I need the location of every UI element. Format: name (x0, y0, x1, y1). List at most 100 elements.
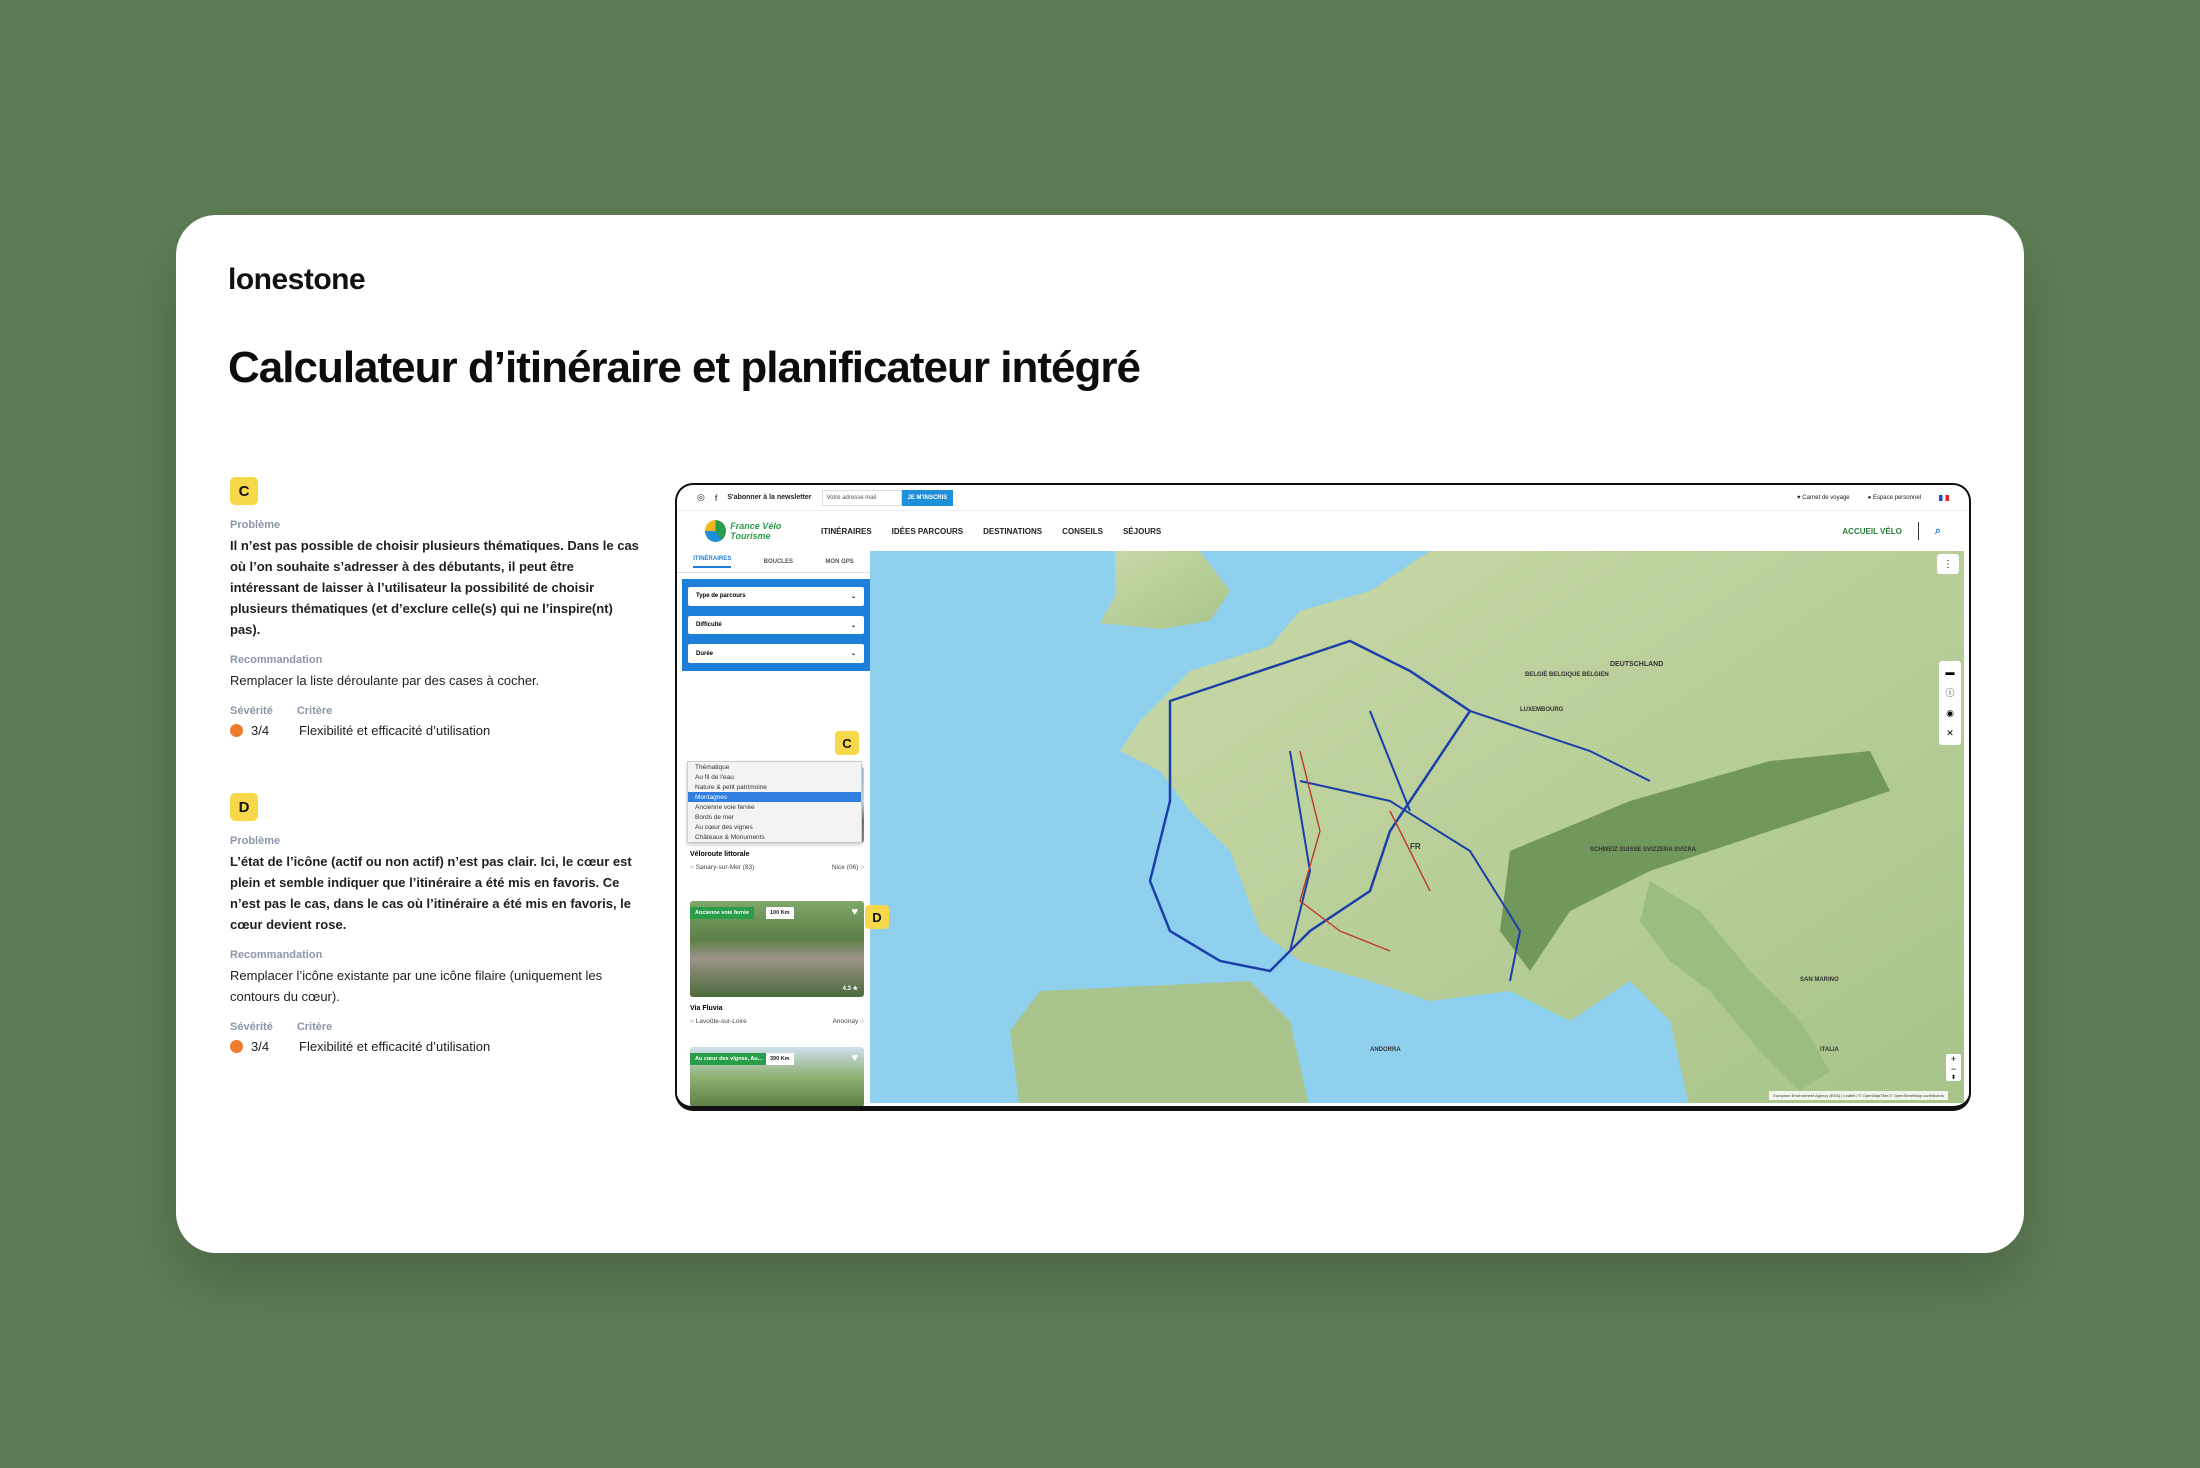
eye-icon[interactable]: ◉ (1946, 708, 1954, 719)
subscribe-button[interactable]: JE M'INSCRIS (901, 489, 954, 506)
severity-dot (230, 724, 243, 737)
map-svg: DEUTSCHLAND BELGIË BELGIQUE BELGIEN LUXE… (1010, 551, 1964, 1103)
panel-tabs: ITINÉRAIRES BOUCLES MON GPS (677, 551, 870, 573)
instagram-icon[interactable]: ◎ (697, 492, 705, 503)
map-label: SAN MARINO (1800, 977, 1839, 983)
criterion-label: Critère (296, 1021, 333, 1033)
account-link[interactable]: ● Espace personnel (1868, 495, 1921, 501)
map-label: FR (1410, 842, 1421, 851)
map-tools: ▬ ⓘ ◉ ✕ (1939, 661, 1961, 745)
route-endpoints: ○ Sanary-sur-Mer (83) Nice (06) ○ (690, 864, 864, 871)
compass-icon[interactable]: ⬍ (1951, 1074, 1956, 1081)
map-label: LUXEMBOURG (1520, 707, 1564, 713)
annotation-badge-c: C (835, 731, 859, 755)
info-icon[interactable]: ⓘ (1945, 686, 1954, 699)
site-logo[interactable]: France Vélo Tourisme (705, 520, 821, 542)
difficulty-select[interactable]: Difficulté ⌄ (688, 615, 864, 635)
map-label: BELGIË BELGIQUE BELGIEN (1525, 671, 1609, 678)
distance-badge: 390 Km (766, 1053, 794, 1065)
dropdown-option[interactable]: Ancienne voie ferrée (688, 802, 861, 812)
reco-text: Remplacer la liste déroulante par des ca… (230, 673, 540, 688)
zoom-in-button[interactable]: + (1951, 1054, 1956, 1064)
route-name: Véloroute littorale (690, 851, 750, 858)
route-name: Via Fluvia (690, 1005, 723, 1012)
map-label: ANDORRA (1370, 1047, 1401, 1053)
tab-mon-gps[interactable]: MON GPS (825, 559, 853, 565)
main-nav: ITINÉRAIRES IDÉES PARCOURS DESTINATIONS CON… (821, 527, 1161, 536)
route-card[interactable]: Au cœur des vignes, Au... 390 Km ♥ (690, 1047, 864, 1106)
brand-logo: lonestone (228, 263, 366, 296)
dropdown-option[interactable]: Au fil de l'eau (688, 772, 861, 782)
annotation-badge-d: D (865, 905, 889, 929)
distance-badge: 100 Km (766, 907, 794, 919)
theme-dropdown[interactable]: Thématique Au fil de l'eau Nature & petit … (687, 761, 862, 843)
theme-tag: Ancienne voie ferrée (690, 907, 755, 919)
map-label: DEUTSCHLAND (1610, 661, 1663, 668)
page-title: Calculateur d’itinéraire et planificateu… (228, 343, 1141, 392)
criterion-label: Critère (296, 705, 333, 717)
reco-label: Recommandation (230, 949, 323, 961)
issue-badge: C (230, 477, 258, 505)
accueil-velo-link[interactable]: ACCUEIL VÉLO (1842, 527, 1901, 536)
nav-item[interactable]: ITINÉRAIRES (821, 527, 872, 536)
criterion-value: Flexibilité et efficacité d’utilisation (299, 723, 491, 738)
map-attribution: European Environment Agency (EEA) | Leaf… (1769, 1091, 1948, 1100)
carnet-link[interactable]: ♥ Carnet de voyage (1797, 495, 1850, 501)
route-map[interactable]: DEUTSCHLAND BELGIË BELGIQUE BELGIEN LUXE… (870, 551, 1964, 1103)
problem-text: Il n’est pas possible de choisir plusieu… (230, 538, 639, 637)
issue-c-block: C Problème Il n’est pas possible de choi… (230, 477, 640, 738)
dropdown-option[interactable]: Thématique (688, 762, 861, 772)
problem-text: L’état de l’icône (actif ou non actif) n… (230, 854, 632, 932)
severity-dot (230, 1040, 243, 1053)
search-icon[interactable]: ⌕ (1935, 525, 1941, 538)
dropdown-option[interactable]: Bords de mer (688, 812, 861, 822)
tools-icon[interactable]: ✕ (1946, 728, 1954, 739)
problem-label: Problème (230, 519, 281, 531)
facebook-icon[interactable]: f (715, 493, 718, 503)
tab-boucles[interactable]: BOUCLES (764, 559, 793, 565)
email-field[interactable]: Votre adresse mail (821, 489, 902, 506)
iberia-landmass (1010, 981, 1309, 1103)
french-flag-icon[interactable] (1939, 494, 1949, 501)
dropdown-option[interactable]: Nature & petit patrimoine (688, 782, 861, 792)
favorite-heart-icon[interactable]: ♥ (851, 906, 858, 918)
criterion-value: Flexibilité et efficacité d’utilisation (299, 1039, 491, 1054)
route-image: Ancienne voie ferrée 100 Km ♥ 4.3 ★ (690, 901, 864, 997)
dropdown-option[interactable]: Châteaux & Monuments (688, 832, 861, 842)
reco-label: Recommandation (230, 654, 323, 666)
slide-card: lonestone Calculateur d’itinéraire et pl… (176, 215, 2024, 1253)
meta-values: 3/4 Flexibilité et efficacité d’utilisat… (230, 723, 640, 738)
bed-icon[interactable]: ▬ (1946, 667, 1955, 677)
issue-badge: D (230, 793, 258, 821)
route-image: Au cœur des vignes, Au... 390 Km ♥ (690, 1047, 864, 1106)
uk-landmass (1100, 551, 1230, 629)
nav-item[interactable]: DESTINATIONS (983, 527, 1042, 536)
rating: 4.3 ★ (842, 986, 858, 992)
issue-d-block: D Problème L’état de l’icône (actif ou n… (230, 793, 640, 1054)
severity-label: Sévérité (230, 1021, 273, 1033)
filters-box: Type de parcours ⌄ Difficulté ⌄ Durée ⌄ (682, 579, 870, 671)
newsletter-label: S'abonner à la newsletter (727, 494, 812, 501)
route-panel: ITINÉRAIRES BOUCLES MON GPS Type de parc… (677, 551, 870, 1106)
zoom-controls: + − ⬍ (1946, 1054, 1961, 1081)
meta-labels: Sévérité Critère (230, 1021, 640, 1033)
site-navbar: France Vélo Tourisme ITINÉRAIRES IDÉES PA… (677, 511, 1969, 551)
meta-labels: Sévérité Critère (230, 705, 640, 717)
favorite-heart-icon[interactable]: ♥ (851, 1052, 858, 1064)
reco-text: Remplacer l’icône existante par une icôn… (230, 968, 603, 1004)
duration-select[interactable]: Durée ⌄ (688, 644, 864, 664)
map-menu-icon[interactable]: ⋮ (1937, 554, 1959, 574)
map-label: SCHWEIZ SUISSE SVIZZERA SVIZRA (1590, 847, 1697, 853)
dropdown-option[interactable]: Montagnes (688, 792, 861, 802)
route-card[interactable]: Ancienne voie ferrée 100 Km ♥ 4.3 ★ Via … (690, 901, 864, 1025)
website-screenshot: ◎ f S'abonner à la newsletter Votre adre… (675, 483, 1971, 1111)
nav-item[interactable]: CONSEILS (1062, 527, 1103, 536)
nav-item[interactable]: SÉJOURS (1123, 527, 1161, 536)
type-select[interactable]: Type de parcours ⌄ (688, 587, 864, 606)
site-topbar: ◎ f S'abonner à la newsletter Votre adre… (677, 485, 1969, 511)
tab-itineraires[interactable]: ITINÉRAIRES (693, 556, 732, 568)
nav-item[interactable]: IDÉES PARCOURS (892, 527, 963, 536)
zoom-out-button[interactable]: − (1951, 1064, 1956, 1074)
severity-label: Sévérité (230, 705, 273, 717)
dropdown-option[interactable]: Au cœur des vignes (688, 822, 861, 832)
